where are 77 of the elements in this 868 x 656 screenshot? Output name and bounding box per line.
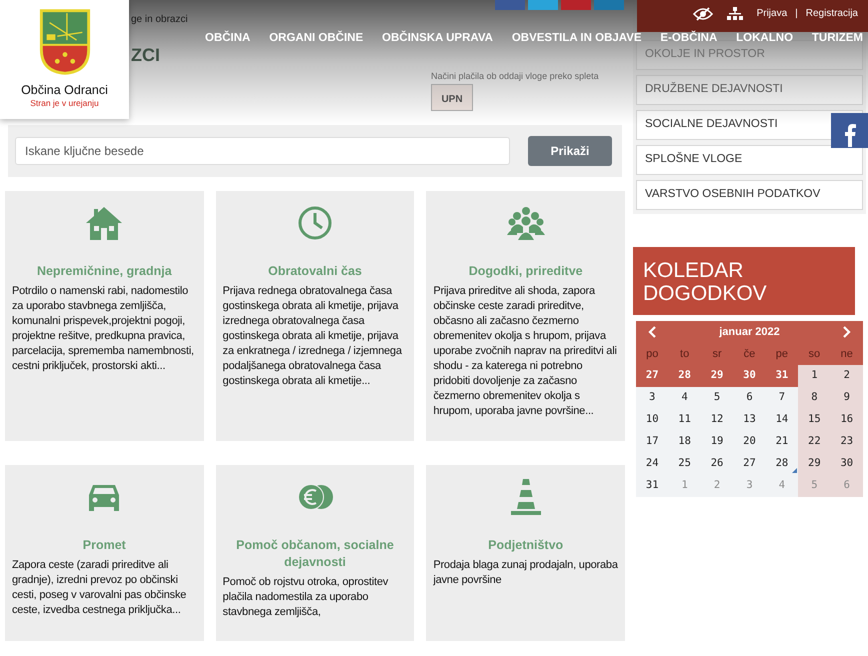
calendar-header: KOLEDAR DOGODKOV xyxy=(633,247,855,315)
calendar-day[interactable]: 24 xyxy=(636,453,668,475)
category-card[interactable]: Pomoč občanom, socialne dejavnosti Pomoč ob rojstvu otroka, oprostitev plačila nadomestila za uporabo stavbnega zemljišča, xyxy=(216,465,414,641)
calendar-day[interactable]: 13 xyxy=(733,409,766,431)
calendar-day[interactable]: 14 xyxy=(766,409,798,431)
logo-title: Občina Odranci xyxy=(21,83,108,97)
weekday-label: pe xyxy=(774,346,790,362)
calendar-day[interactable]: 17 xyxy=(636,431,668,453)
card-description: Prodaja blaga zunaj prodajaln, uporaba javne površine xyxy=(433,558,618,588)
sidebar-item[interactable]: VARSTVO OSEBNIH PODATKOV xyxy=(636,180,863,210)
calendar-day[interactable]: 11 xyxy=(668,409,701,431)
calendar-day[interactable]: 6 xyxy=(733,387,766,409)
card-description: Pomoč ob rojstvu otroka, oprostitev plačila nadomestila za uporabo stavbnega zemljišča, xyxy=(222,575,390,620)
calendar-day[interactable]: 19 xyxy=(700,431,734,453)
category-card[interactable]: Podjetništvo Prodaja blaga zunaj prodajaln, uporaba javne površine xyxy=(426,465,625,641)
calendar-day[interactable]: 2 xyxy=(830,365,863,387)
calendar-day[interactable]: 16 xyxy=(830,409,863,431)
breadcrumb[interactable]: ge in obrazci xyxy=(131,12,188,27)
weekday-label: sr xyxy=(711,346,723,362)
calendar-day[interactable]: 25 xyxy=(668,453,701,475)
calendar-day[interactable]: 27 xyxy=(636,365,668,387)
calendar-day[interactable]: 31 xyxy=(766,365,798,387)
calendar-day[interactable]: 23 xyxy=(830,431,863,453)
payment-label: Načini plačila ob oddaji vloge preko spleta xyxy=(431,70,599,83)
accessibility-icon[interactable] xyxy=(692,6,713,20)
calendar-day[interactable]: 9 xyxy=(830,387,863,409)
calendar-day[interactable]: 28 xyxy=(668,365,701,387)
logo-subtitle: Stran je v urejanju xyxy=(30,97,99,110)
calendar-day[interactable]: 8 xyxy=(798,387,831,409)
calendar-day[interactable]: 1 xyxy=(798,365,831,387)
calendar-day[interactable]: 18 xyxy=(668,431,701,453)
card-description: Prijava prireditve ali shoda, zapora občinske ceste zaradi prireditve, občasno ali začasno čezmerno obremenitev okolja s hrupom, prijava uporabe zvočnih naprav na prireditvi ali shodu - za katerega ni potrebno pridobiti dovoljenje za začasno čezmerno obremenitev okolja s hrupom, uporaba javne površine... xyxy=(433,284,618,419)
previous-month-icon[interactable] xyxy=(648,326,656,338)
facebook-icon[interactable] xyxy=(831,113,868,148)
category-card[interactable] xyxy=(5,191,204,441)
calendar-day[interactable]: 21 xyxy=(766,431,798,453)
weekday-label: po xyxy=(645,346,660,362)
calendar-day[interactable]: 10 xyxy=(636,409,668,431)
category-card[interactable] xyxy=(426,191,625,441)
next-month-icon[interactable] xyxy=(842,326,851,338)
sidebar-item[interactable]: SPLOŠNE VLOGE xyxy=(636,145,863,175)
card-description: Potrdilo o namenski rabi, nadomestilo za uporabo stavbnega zemljišča, komunalni prispevek,projektni pogoji, projektne rešitve, predkupna pravica, parcelacija, sprememba namembnosti, cestni priključek, prostorski akti... xyxy=(12,284,195,374)
weekday-label: to xyxy=(679,346,690,362)
login-link[interactable]: Prijava xyxy=(756,6,788,21)
calendar-day[interactable]: 22 xyxy=(798,431,831,453)
weekday-label: če xyxy=(742,346,756,362)
category-card[interactable] xyxy=(216,191,414,441)
weekday-label: so xyxy=(808,346,822,362)
calendar-day[interactable]: 20 xyxy=(733,431,766,453)
link-separator: | xyxy=(795,7,798,21)
calendar-day[interactable]: 31 xyxy=(636,475,668,497)
register-link[interactable]: Registracija xyxy=(806,6,858,21)
page-title: ZCI xyxy=(131,44,160,67)
sidebar-item[interactable]: DRUŽBENE DEJAVNOSTI xyxy=(636,75,863,105)
calendar-day[interactable]: 30 xyxy=(830,453,863,475)
month-label: januar 2022 xyxy=(719,324,780,340)
calendar-day[interactable]: 15 xyxy=(798,409,831,431)
calendar-day[interactable]: 4 xyxy=(668,387,701,409)
sitemap-icon[interactable] xyxy=(726,6,743,20)
category-card[interactable]: Promet Zapora ceste (zaradi prireditve ali gradnje), izredni prevoz po občinski cesti, poseg v varovalni pas občinske ceste, izvedba cestnega priključka... xyxy=(5,465,204,641)
calendar-day[interactable]: 3 xyxy=(636,387,668,409)
card-description: Zapora ceste (zaradi prireditve ali gradnje), izredni prevoz po občinski cesti, poseg v varovalni pas občinske ceste, izvedba cestnega priključka... xyxy=(12,558,188,618)
logo-panel[interactable]: Občina Odranci Stran je v urejanju xyxy=(0,0,129,119)
calendar-day[interactable]: 30 xyxy=(733,365,766,387)
card-description: Prijava rednega obratovalnega časa gostinskega obrata ali kmetije, prijava izrednega obratovalnega časa gostinskega obrata ali kmetije, prijava za enkratnega / izrednega / izjemnega podaljšanega obratovalnega časa gostinskega obrata ali kmetije... xyxy=(222,284,403,389)
coat-of-arms-icon xyxy=(38,7,92,77)
calendar-day[interactable]: 27 xyxy=(733,453,766,475)
calendar-day[interactable]: 26 xyxy=(700,453,734,475)
calendar-day[interactable]: 7 xyxy=(766,387,798,409)
search-button[interactable]: Prikaži xyxy=(528,136,612,166)
upn-button[interactable]: UPN xyxy=(431,84,473,111)
weekday-label: ne xyxy=(840,346,854,362)
calendar-day[interactable]: 29 xyxy=(798,453,831,475)
calendar-day[interactable]: 12 xyxy=(700,409,734,431)
calendar-day[interactable]: 29 xyxy=(700,365,734,387)
calendar-day[interactable]: 5 xyxy=(700,387,734,409)
search-field[interactable]: Iskane ključne besede xyxy=(15,137,510,165)
